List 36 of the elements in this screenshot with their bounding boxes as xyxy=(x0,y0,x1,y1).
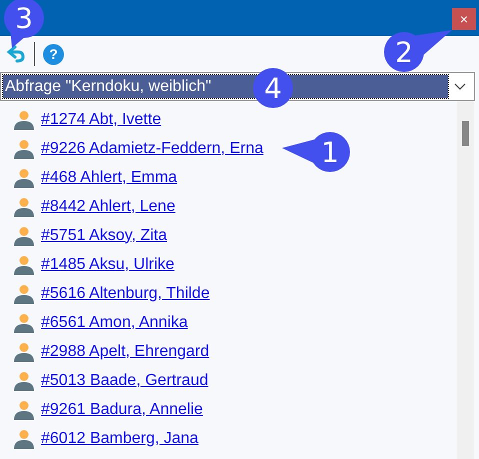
scrollbar-thumb[interactable] xyxy=(462,121,469,146)
undo-icon[interactable] xyxy=(6,45,26,63)
person-icon xyxy=(14,138,34,158)
person-icon xyxy=(14,254,34,274)
person-icon xyxy=(14,428,34,448)
person-link[interactable]: #5616 Altenburg, Thilde xyxy=(41,284,210,302)
scrollbar[interactable] xyxy=(457,101,474,459)
person-icon xyxy=(14,342,34,362)
callout-marker xyxy=(4,0,44,48)
person-link[interactable]: #8442 Ahlert, Lene xyxy=(41,198,176,216)
callout-number: 2 xyxy=(395,36,413,69)
chevron-down-icon xyxy=(454,82,466,90)
person-icon xyxy=(14,168,34,188)
person-link[interactable]: #468 Ahlert, Emma xyxy=(41,168,178,186)
person-link[interactable]: #5751 Aksoy, Zita xyxy=(41,226,167,244)
person-link[interactable]: #1485 Aksu, Ulrike xyxy=(41,256,174,274)
callout-marker xyxy=(384,30,452,72)
callout-marker xyxy=(282,132,350,172)
person-icon xyxy=(14,284,34,304)
person-link[interactable]: #9261 Badura, Annelie xyxy=(41,400,203,418)
callout-marker xyxy=(253,68,293,108)
person-icon xyxy=(14,196,34,216)
person-icon xyxy=(14,312,34,332)
person-icon xyxy=(14,400,34,420)
person-icon xyxy=(14,370,34,390)
person-link[interactable]: #9226 Adamietz-Feddern, Erna xyxy=(41,140,264,158)
person-icon xyxy=(14,226,34,246)
callout-number: 3 xyxy=(15,2,33,35)
person-link[interactable]: #2988 Apelt, Ehrengard xyxy=(41,342,210,360)
person-link[interactable]: #6012 Bamberg, Jana xyxy=(41,430,198,448)
person-link[interactable]: #5013 Baade, Gertraud xyxy=(41,372,208,390)
callout-number: 1 xyxy=(321,136,339,169)
person-link[interactable]: #1274 Abt, Ivette xyxy=(41,110,162,128)
person-link[interactable]: #6561 Amon, Annika xyxy=(41,314,188,332)
close-button[interactable]: × xyxy=(452,8,476,30)
person-icon xyxy=(14,110,34,130)
